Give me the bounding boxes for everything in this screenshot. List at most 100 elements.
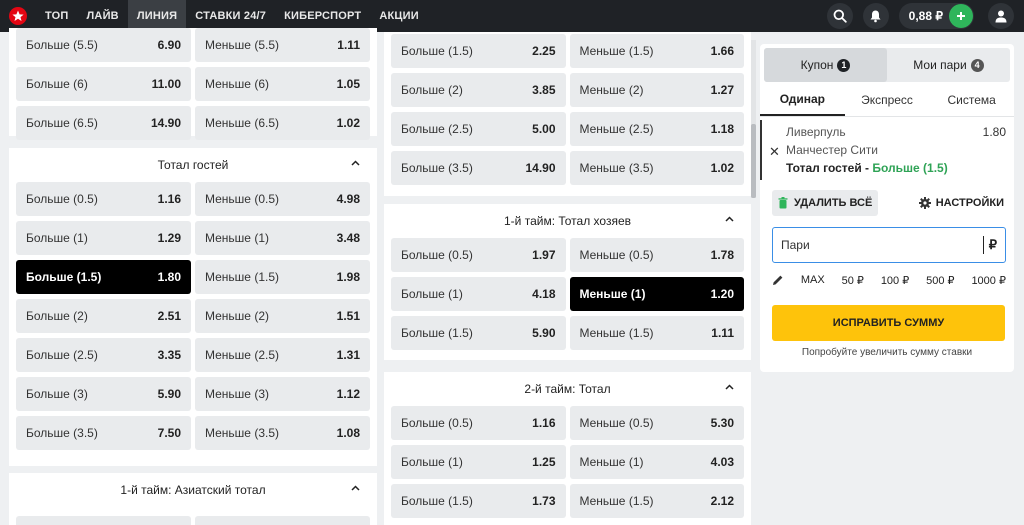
odds-button[interactable]: Больше (6.5) 14.90 [16, 106, 191, 140]
odds-button[interactable]: Больше (3.5) 14.90 [391, 151, 566, 185]
outcome-label: Меньше (2.5) [205, 348, 279, 362]
odds-button[interactable]: Меньше (6.5) 1.02 [195, 106, 370, 140]
market-title[interactable]: 1-й тайм: Азиатский тотал [16, 473, 370, 507]
odds-button[interactable]: Больше (2) 2.51 [16, 299, 191, 333]
scrollbar-thumb[interactable] [751, 124, 756, 198]
odds-button[interactable]: Меньше (0.5) 4.98 [195, 182, 370, 216]
odds-button[interactable]: Больше (1.5) 2.25 [391, 34, 566, 68]
market-title[interactable]: Тотал гостей [16, 148, 370, 182]
odds-button[interactable]: Меньше (2.5) 1.18 [569, 112, 744, 146]
odds-button[interactable]: Больше (1) 4.18 [391, 277, 566, 311]
settings-button[interactable]: НАСТРОЙКИ [918, 197, 1004, 209]
user-icon [995, 10, 1007, 23]
odds-button[interactable]: Меньше (5.5) 1.11 [195, 28, 370, 62]
quick-amount-1000[interactable]: 1000 ₽ [971, 274, 1006, 287]
outcome-label: Больше (2.5) [401, 122, 473, 136]
odds-button[interactable]: Меньше (0.5) 1.78 [569, 238, 744, 272]
quick-stake-amounts: MAX 50 ₽ 100 ₽ 500 ₽ 1000 ₽ [772, 272, 1006, 288]
odds-button[interactable]: Больше (1.5) 5.90 [391, 316, 566, 350]
pencil-icon[interactable] [772, 274, 784, 286]
search-button[interactable] [826, 3, 853, 29]
delete-all-button[interactable]: УДАЛИТЬ ВСЁ [772, 190, 879, 216]
odds-button[interactable]: Больше (2.5) 3.35 [16, 338, 191, 372]
odds-button[interactable]: Больше (1.5) 1.80 [16, 260, 191, 294]
odds-button[interactable]: Больше (2) 3.85 [391, 73, 566, 107]
odds-button[interactable]: Меньше (2.5) 1.31 [195, 338, 370, 372]
odds-button[interactable]: Меньше (2) 1.27 [569, 73, 744, 107]
notifications-button[interactable] [862, 3, 889, 29]
outcome-label: Меньше (1.5) [579, 44, 654, 58]
outcome-label: Больше (1) [401, 287, 463, 301]
odds-button[interactable]: Больше (6) 11.00 [16, 67, 191, 101]
odds-button[interactable]: Больше (0.5) 1.97 [391, 238, 566, 272]
deposit-button[interactable] [949, 4, 973, 28]
odds-button[interactable]: Меньше (0.5) 5.30 [569, 406, 744, 440]
odds-button[interactable]: Больше (5.5) 6.90 [16, 28, 191, 62]
close-icon[interactable]: ✕ [769, 144, 780, 160]
odds-button[interactable]: Больше (0.5) 1.16 [16, 182, 191, 216]
odds-button[interactable]: Меньше (1.5) 2.12 [569, 484, 744, 518]
odds-button[interactable]: Меньше (2) 1.51 [195, 299, 370, 333]
odds-button[interactable]: Меньше (1.5) 1.66 [569, 34, 744, 68]
balance-widget[interactable]: 0,88 ₽ [898, 3, 974, 29]
odds-button[interactable]: Больше (1) 1.29 [16, 221, 191, 255]
tab-single[interactable]: Одинар [760, 84, 845, 116]
odds-button[interactable]: Больше (3) 5.90 [16, 377, 191, 411]
outcome-label: Больше (0.5) [401, 416, 473, 430]
outcome-label: Больше (1) [26, 231, 88, 245]
odds-button[interactable]: Меньше (1) 3.48 [195, 221, 370, 255]
odds-button[interactable]: Меньше (3.5) 1.08 [195, 416, 370, 450]
market-row: Больше (1) 1.25 Меньше (1) 4.03 [391, 445, 744, 479]
outcome-label: Больше (3.5) [401, 161, 473, 175]
outcome-odd: 5.90 [157, 387, 181, 401]
stake-field[interactable]: ₽ [772, 227, 1006, 263]
odds-button[interactable]: Меньше (3) 1.12 [195, 377, 370, 411]
quick-amount-max[interactable]: MAX [801, 274, 825, 286]
coupon-panel: Купон 1 Мои пари 4 Одинар Экспресс Систе… [760, 44, 1014, 372]
odds-button[interactable]: Меньше (3.5) 1.02 [569, 151, 744, 185]
markets-column-left: Больше (5.5) 6.90 Меньше (5.5) 1.11 Больше (… [9, 28, 377, 525]
segment-my-bets[interactable]: Мои пари 4 [887, 48, 1010, 82]
fix-amount-button[interactable]: ИСПРАВИТЬ СУММУ [772, 305, 1005, 341]
odds-button[interactable]: Меньше (1) 1.20 [569, 277, 744, 311]
stake-input[interactable] [781, 238, 983, 252]
outcome-label: Меньше (1.5) [579, 326, 654, 340]
outcome-label: Меньше (3.5) [579, 161, 654, 175]
outcome-odd: 7.50 [157, 426, 181, 440]
quick-amount-50[interactable]: 50 ₽ [842, 274, 864, 287]
nav-item-5[interactable]: АКЦИИ [370, 0, 428, 32]
tab-express[interactable]: Экспресс [845, 84, 930, 116]
stake-hint-text: Попробуйте увеличить сумму ставки [801, 347, 973, 358]
outcome-label: Больше (1.5) [401, 494, 473, 508]
segment-coupon[interactable]: Купон 1 [764, 48, 887, 82]
profile-button[interactable] [988, 3, 1014, 29]
bet-away-team: Манчестер Сити [786, 143, 878, 157]
market-title[interactable]: 2-й тайм: Тотал [391, 372, 744, 406]
odds-button[interactable]: Меньше (6) 1.05 [195, 67, 370, 101]
odds-button[interactable]: Меньше (1) 4.03 [569, 445, 744, 479]
odds-button[interactable]: Больше (1) 1.25 [391, 445, 566, 479]
outcome-label: Больше (6) [26, 77, 88, 91]
market-row: Больше (2.5) 3.35 Меньше (2.5) 1.31 [16, 338, 370, 372]
outcome-odd: 6.90 [157, 38, 181, 52]
market-title[interactable]: 1-й тайм: Тотал хозяев [391, 204, 744, 238]
odds-button[interactable]: Больше (3.5) 7.50 [16, 416, 191, 450]
outcome-label: Больше (1.5) [26, 270, 102, 284]
quick-amount-500[interactable]: 500 ₽ [926, 274, 954, 287]
outcome-odd: 1.12 [336, 387, 360, 401]
odds-button[interactable]: Больше (2.5) 5.00 [391, 112, 566, 146]
odds-button[interactable]: Меньше (1.5) 1.11 [569, 316, 744, 350]
odds-button[interactable]: Меньше (1.5) 1.98 [195, 260, 370, 294]
outcome-odd: 2.12 [710, 494, 734, 508]
odds-button[interactable]: Больше (1.5) 1.73 [391, 484, 566, 518]
outcome-label: Больше (3.5) [26, 426, 98, 440]
market-card-second-half-total: 2-й тайм: Тотал Больше (0.5) 1.16 Меньше (… [384, 372, 751, 525]
outcome-odd: 4.98 [336, 192, 360, 206]
quick-amount-100[interactable]: 100 ₽ [881, 274, 909, 287]
odds-button[interactable] [195, 516, 370, 525]
bet-market: Тотал гостей - Больше (1.5) [786, 161, 948, 175]
tab-system[interactable]: Система [929, 84, 1014, 116]
odds-button[interactable]: Больше (0.5) 1.16 [391, 406, 566, 440]
odds-button[interactable] [16, 516, 191, 525]
outcome-label: Меньше (6.5) [205, 116, 279, 130]
